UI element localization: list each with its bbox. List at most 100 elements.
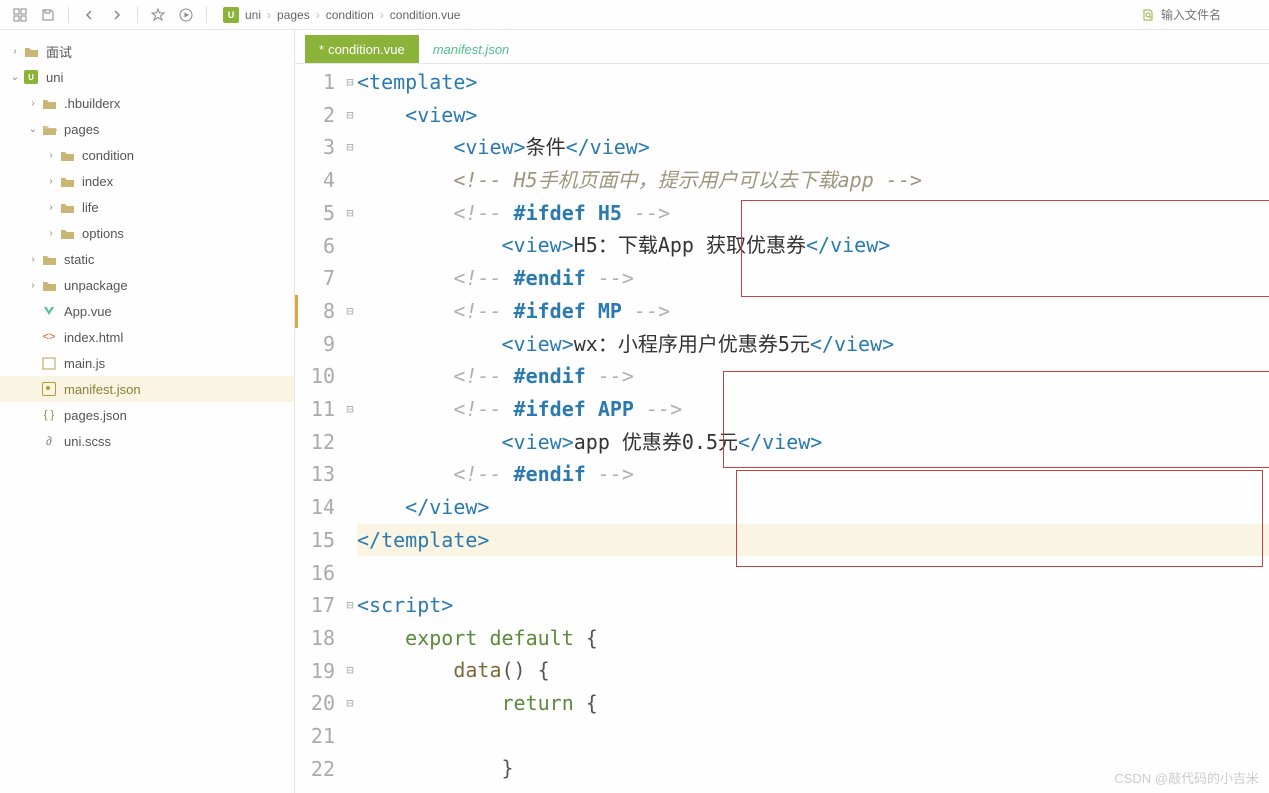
forward-icon[interactable]: [105, 3, 129, 27]
fold-marker[interactable]: ⊟: [343, 295, 357, 328]
code-line[interactable]: <!-- #ifdef APP -->: [357, 393, 1269, 426]
fold-marker: [343, 164, 357, 197]
chevron-right-icon[interactable]: ›: [8, 46, 22, 57]
chevron-down-icon[interactable]: ⌄: [8, 72, 22, 83]
uni-badge-icon: U: [223, 7, 239, 23]
chevron-right-icon[interactable]: ›: [44, 202, 58, 213]
folder-icon: [40, 276, 58, 294]
tree-item-uni[interactable]: ⌄Uuni: [0, 64, 294, 90]
fold-marker[interactable]: ⊟: [343, 687, 357, 720]
file-search[interactable]: [1141, 8, 1261, 22]
tree-item-label: pages: [64, 122, 99, 137]
fold-marker: [343, 262, 357, 295]
tree-item-life[interactable]: ›life: [0, 194, 294, 220]
chevron-right-icon[interactable]: ›: [26, 98, 40, 109]
save-icon[interactable]: [36, 3, 60, 27]
tree-item-pages-json[interactable]: { }pages.json: [0, 402, 294, 428]
manifest-file-icon: [40, 380, 58, 398]
tree-item-pages[interactable]: ⌄ pages: [0, 116, 294, 142]
tree-item-面试[interactable]: › 面试: [0, 38, 294, 64]
code-line[interactable]: <view>app 优惠券0.5元</view>: [357, 426, 1269, 459]
code-line[interactable]: <!-- #endif -->: [357, 458, 1269, 491]
grid-icon[interactable]: [8, 3, 32, 27]
code-line[interactable]: <view>: [357, 99, 1269, 132]
code-line[interactable]: <!-- #endif -->: [357, 262, 1269, 295]
chevron-right-icon[interactable]: ›: [26, 280, 40, 291]
code-line[interactable]: <!-- #ifdef MP -->: [357, 295, 1269, 328]
breadcrumb-item[interactable]: condition.vue: [390, 8, 461, 22]
editor-area: * condition.vue manifest.json 123456789101…: [295, 30, 1269, 793]
file-explorer[interactable]: › 面试 ⌄Uuni › .hbuilderx ⌄ pages ›condition›inde…: [0, 30, 295, 793]
folder-open-icon: [40, 120, 58, 138]
run-icon[interactable]: [174, 3, 198, 27]
tree-item-condition[interactable]: ›condition: [0, 142, 294, 168]
code-line[interactable]: </template>: [357, 524, 1269, 557]
code-line[interactable]: <view>wx：小程序用户优惠券5元</view>: [357, 328, 1269, 361]
separator: [206, 7, 207, 23]
dirty-indicator: *: [319, 42, 324, 57]
breadcrumb-item[interactable]: condition: [326, 8, 374, 22]
code-line[interactable]: <!-- #ifdef H5 -->: [357, 197, 1269, 230]
star-icon[interactable]: [146, 3, 170, 27]
chevron-right-icon[interactable]: ›: [26, 254, 40, 265]
fold-marker[interactable]: ⊟: [343, 654, 357, 687]
line-number: 15: [295, 524, 335, 557]
tree-item-label: static: [64, 252, 94, 267]
code-line[interactable]: export default {: [357, 622, 1269, 655]
code-line[interactable]: <template>: [357, 66, 1269, 99]
code-line[interactable]: data() {: [357, 654, 1269, 687]
tab-condition-vue[interactable]: * condition.vue: [305, 35, 419, 63]
tree-item-label: manifest.json: [64, 382, 141, 397]
breadcrumb: U uni › pages › condition › condition.vu…: [223, 7, 460, 23]
folder-icon: [58, 224, 76, 242]
code-content[interactable]: <template> <view> <view>条件</view> <!-- H…: [357, 64, 1269, 793]
tree-item-index[interactable]: ›index: [0, 168, 294, 194]
code-line[interactable]: <view>条件</view>: [357, 131, 1269, 164]
tree-item-options[interactable]: › options: [0, 220, 294, 246]
tree-item-manifest-json[interactable]: manifest.json: [0, 376, 294, 402]
code-line[interactable]: return {: [357, 687, 1269, 720]
tree-item-label: options: [82, 226, 124, 241]
fold-marker[interactable]: ⊟: [343, 66, 357, 99]
tree-item-label: .hbuilderx: [64, 96, 120, 111]
tree-item-unpackage[interactable]: ›unpackage: [0, 272, 294, 298]
folder-icon: [58, 146, 76, 164]
fold-marker[interactable]: ⊟: [343, 99, 357, 132]
code-line[interactable]: </view>: [357, 491, 1269, 524]
tree-item-App-vue[interactable]: App.vue: [0, 298, 294, 324]
breadcrumb-item[interactable]: uni: [245, 8, 261, 22]
code-editor[interactable]: 12345678910111213141516171819202122 ⊟⊟⊟⊟…: [295, 64, 1269, 793]
chevron-right-icon[interactable]: ›: [44, 150, 58, 161]
line-number: 14: [295, 491, 335, 524]
tab-manifest-json[interactable]: manifest.json: [419, 35, 524, 63]
chevron-right-icon[interactable]: ›: [44, 176, 58, 187]
back-icon[interactable]: [77, 3, 101, 27]
tree-item--hbuilderx[interactable]: › .hbuilderx: [0, 90, 294, 116]
tab-label: condition.vue: [328, 42, 405, 57]
code-line[interactable]: <script>: [357, 589, 1269, 622]
code-line[interactable]: [357, 556, 1269, 589]
tree-item-static[interactable]: › static: [0, 246, 294, 272]
tree-item-uni-scss[interactable]: ∂uni.scss: [0, 428, 294, 454]
top-toolbar: U uni › pages › condition › condition.vu…: [0, 0, 1269, 30]
code-line[interactable]: [357, 720, 1269, 753]
tree-item-label: 面试: [46, 42, 72, 61]
code-line[interactable]: <!-- #endif -->: [357, 360, 1269, 393]
fold-marker[interactable]: ⊟: [343, 393, 357, 426]
line-number: 20: [295, 687, 335, 720]
code-line[interactable]: <view>H5：下载App 获取优惠券</view>: [357, 229, 1269, 262]
fold-marker[interactable]: ⊟: [343, 131, 357, 164]
fold-column[interactable]: ⊟⊟⊟⊟⊟⊟⊟⊟⊟: [343, 64, 357, 793]
chevron-down-icon[interactable]: ⌄: [26, 124, 40, 135]
fold-marker[interactable]: ⊟: [343, 197, 357, 230]
search-input[interactable]: [1161, 8, 1261, 22]
fold-marker[interactable]: ⊟: [343, 589, 357, 622]
code-line[interactable]: <!-- H5手机页面中，提示用户可以去下载app -->: [357, 164, 1269, 197]
vue-file-icon: [40, 302, 58, 320]
tree-item-index-html[interactable]: <>index.html: [0, 324, 294, 350]
line-number: 6: [295, 230, 335, 263]
breadcrumb-item[interactable]: pages: [277, 8, 310, 22]
tree-item-main-js[interactable]: main.js: [0, 350, 294, 376]
chevron-right-icon[interactable]: ›: [44, 228, 58, 239]
fold-marker: [343, 328, 357, 361]
